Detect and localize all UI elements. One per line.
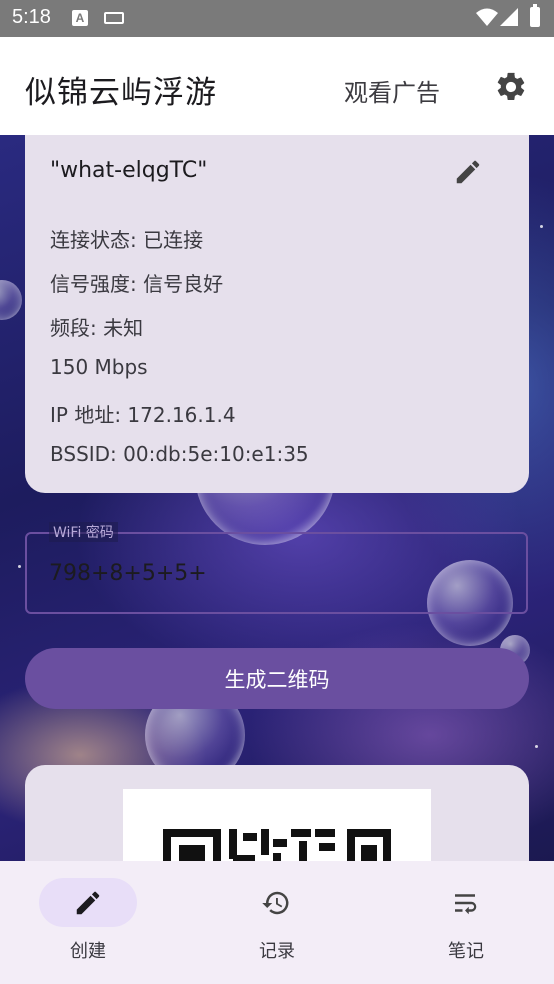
- nav-label-history: 记录: [259, 941, 295, 962]
- signal-icon: [500, 8, 518, 26]
- generate-qr-button[interactable]: 生成二维码: [25, 648, 529, 709]
- wifi-password-field[interactable]: WiFi 密码 798+8+5+5+: [25, 522, 528, 614]
- watch-ad-button[interactable]: 观看广告: [344, 73, 440, 108]
- bssid: BSSID: 00:db:5e:10:e1:35: [50, 442, 309, 466]
- pencil-icon[interactable]: [453, 157, 483, 187]
- battery-icon: [530, 4, 540, 27]
- wifi-ssid: "what-elqgTC": [50, 158, 208, 183]
- ip-address: IP 地址: 172.16.1.4: [50, 403, 236, 427]
- wifi-info-card: "what-elqgTC" 连接状态: 已连接 信号强度: 信号良好 频段: 未…: [25, 120, 529, 493]
- connection-status: 连接状态: 已连接: [50, 228, 204, 252]
- status-bar: 5:18 A: [0, 0, 554, 37]
- nav-item-create[interactable]: 创建: [0, 861, 184, 984]
- app-title: 似锦云屿浮游: [25, 75, 217, 111]
- nav-item-notes[interactable]: 笔记: [378, 861, 554, 984]
- frequency-band: 频段: 未知: [50, 316, 144, 340]
- app-bar: 似锦云屿浮游 观看广告: [0, 37, 554, 135]
- gear-icon[interactable]: [494, 70, 528, 104]
- decorative-bubble: [0, 280, 22, 320]
- bottom-navigation: 创建 记录 笔记: [0, 861, 554, 984]
- nav-item-history[interactable]: 记录: [189, 861, 373, 984]
- signal-strength: 信号强度: 信号良好: [50, 272, 224, 296]
- keyboard-icon: [104, 12, 124, 24]
- notification-icon: A: [72, 10, 88, 26]
- link-speed: 150 Mbps: [50, 355, 148, 379]
- pencil-icon: [76, 891, 100, 915]
- status-time: 5:18: [12, 6, 51, 28]
- wrap-text-icon: [455, 894, 477, 915]
- wifi-status-icon: [476, 8, 498, 26]
- nav-label-notes: 笔记: [448, 941, 484, 962]
- nav-label-create: 创建: [70, 941, 106, 962]
- history-icon: [262, 891, 289, 915]
